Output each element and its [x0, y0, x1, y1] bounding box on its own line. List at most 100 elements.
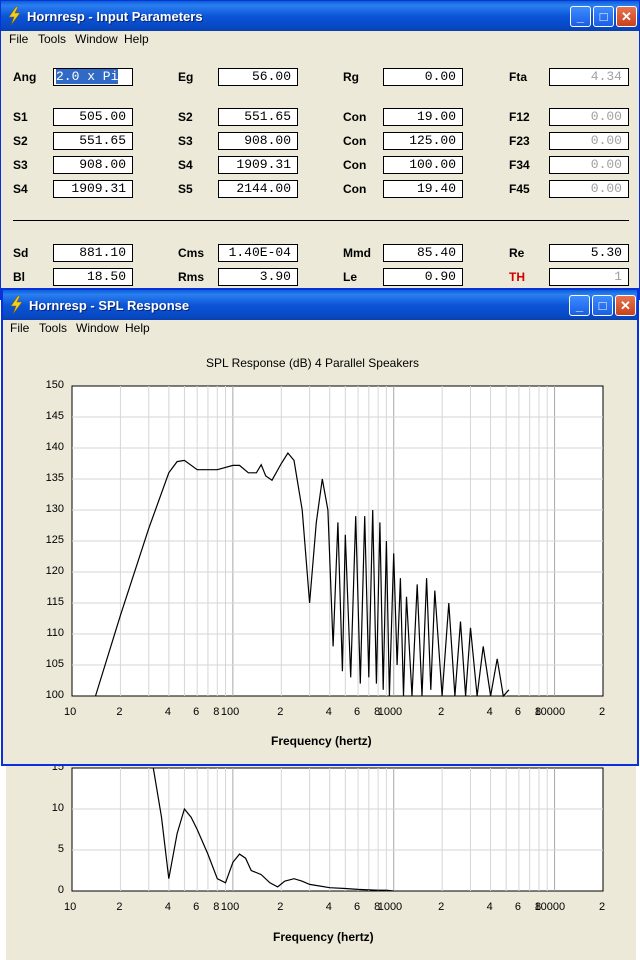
field-f23: 0.00 [549, 132, 629, 150]
hornresp-lightning-icon [8, 7, 21, 25]
menu-file[interactable]: File [9, 32, 28, 46]
menu-tools[interactable]: Tools [38, 32, 66, 46]
label-s5: S5 [178, 182, 193, 196]
field-s3-a[interactable]: 908.00 [218, 132, 298, 150]
field-con-3[interactable]: 100.00 [383, 156, 463, 174]
field-fta: 4.34 [549, 68, 629, 86]
x-tick-label: 2 [116, 901, 123, 913]
y-tick-label: 130 [45, 503, 64, 515]
label-con-4: Con [343, 182, 367, 196]
field-ang-value: 2.0 x Pi [56, 69, 119, 84]
field-con-2[interactable]: 125.00 [383, 132, 463, 150]
y-tick-label: 135 [45, 472, 64, 484]
label-s3: S3 [178, 134, 193, 148]
y-tick-label: 10 [51, 802, 64, 814]
field-con-4[interactable]: 19.40 [383, 180, 463, 198]
y-tick-label: 110 [46, 627, 64, 639]
x-tick-label: 2 [438, 901, 445, 913]
x-tick-label: 4 [486, 706, 493, 718]
label-ang: Ang [13, 70, 37, 84]
input-window-title: Hornresp - Input Parameters [27, 9, 203, 24]
field-f45: 0.00 [549, 180, 629, 198]
x-tick-label: 10 [64, 706, 77, 718]
menu-file[interactable]: File [10, 321, 29, 335]
input-window-menubar: File Tools Window Help [1, 31, 639, 49]
spl-plot-svg [71, 385, 604, 698]
spl-plot-title: SPL Response (dB) 4 Parallel Speakers [206, 356, 419, 370]
x-tick-label: 4 [325, 706, 332, 718]
label-s4: S4 [178, 158, 193, 172]
x-tick-label: 4 [164, 901, 171, 913]
x-tick-label: 10000 [534, 901, 566, 913]
label-rg: Rg [343, 70, 359, 84]
label-le: Le [343, 270, 358, 284]
y-tick-label: 5 [57, 843, 64, 855]
x-tick-label: 2 [438, 706, 445, 718]
y-tick-label: 150 [45, 379, 64, 391]
x-tick-label: 1000 [377, 706, 403, 718]
field-s4-a[interactable]: 1909.31 [218, 156, 298, 174]
label-mmd: Mmd [343, 246, 371, 260]
field-s1[interactable]: 505.00 [53, 108, 133, 126]
x-tick-label: 4 [325, 901, 332, 913]
field-ang[interactable]: 2.0 x Pi [53, 68, 133, 86]
x-tick-label: 100 [220, 706, 240, 718]
x-tick-label: 2 [116, 706, 123, 718]
label-s1: S1 [13, 110, 28, 124]
field-rg[interactable]: 0.00 [383, 68, 463, 86]
plot-area [71, 767, 604, 892]
field-f12: 0.00 [549, 108, 629, 126]
field-mmd[interactable]: 85.40 [383, 244, 463, 262]
minimize-button[interactable]: _ [570, 6, 591, 27]
label-cms: Cms [178, 246, 205, 260]
field-s3-b[interactable]: 908.00 [53, 156, 133, 174]
label-rms: Rms [178, 270, 205, 284]
x-tick-label: 2 [277, 706, 284, 718]
menu-help[interactable]: Help [125, 321, 150, 335]
x-tick-label: 2 [599, 901, 606, 913]
close-button[interactable]: ✕ [616, 6, 637, 27]
label-bl: Bl [13, 270, 25, 284]
field-eg[interactable]: 56.00 [218, 68, 298, 86]
field-s2-a[interactable]: 551.65 [218, 108, 298, 126]
y-tick-label: 115 [46, 596, 64, 608]
x-tick-label: 8 [213, 901, 220, 913]
x-tick-label: 8 [213, 706, 220, 718]
field-s2-b[interactable]: 551.65 [53, 132, 133, 150]
field-s5[interactable]: 2144.00 [218, 180, 298, 198]
label-th: TH [509, 270, 525, 284]
field-con-1[interactable]: 19.00 [383, 108, 463, 126]
maximize-button[interactable]: □ [592, 295, 613, 316]
field-s4-b[interactable]: 1909.31 [53, 180, 133, 198]
close-button[interactable]: ✕ [615, 295, 636, 316]
input-parameters-window: Hornresp - Input Parameters _ □ ✕ File T… [0, 0, 640, 300]
label-s2-row: S2 [13, 134, 28, 148]
x-tick-label: 100 [220, 901, 240, 913]
x-tick-label: 10 [64, 901, 77, 913]
maximize-button[interactable]: □ [593, 6, 614, 27]
x-tick-label: 6 [354, 901, 361, 913]
field-le[interactable]: 0.90 [383, 268, 463, 286]
field-rms[interactable]: 3.90 [218, 268, 298, 286]
menu-window[interactable]: Window [76, 321, 119, 335]
separator-line [13, 220, 629, 221]
input-window-titlebar[interactable]: Hornresp - Input Parameters _ □ ✕ [1, 1, 639, 31]
x-tick-label: 4 [486, 901, 493, 913]
minimize-button[interactable]: _ [569, 295, 590, 316]
menu-help[interactable]: Help [124, 32, 149, 46]
menu-window[interactable]: Window [75, 32, 118, 46]
field-sd[interactable]: 881.10 [53, 244, 133, 262]
field-th: 1 [549, 268, 629, 286]
x-tick-label: 2 [277, 901, 284, 913]
x-tick-label: 4 [164, 706, 171, 718]
label-eg: Eg [178, 70, 194, 84]
field-bl[interactable]: 18.50 [53, 268, 133, 286]
y-tick-label: 100 [45, 689, 64, 701]
menu-tools[interactable]: Tools [39, 321, 67, 335]
field-cms[interactable]: 1.40E-04 [218, 244, 298, 262]
label-fta: Fta [509, 70, 527, 84]
field-re[interactable]: 5.30 [549, 244, 629, 262]
label-re: Re [509, 246, 525, 260]
x-tick-label: 1000 [377, 901, 403, 913]
spl-window-titlebar[interactable]: Hornresp - SPL Response _ □ ✕ [3, 290, 637, 320]
